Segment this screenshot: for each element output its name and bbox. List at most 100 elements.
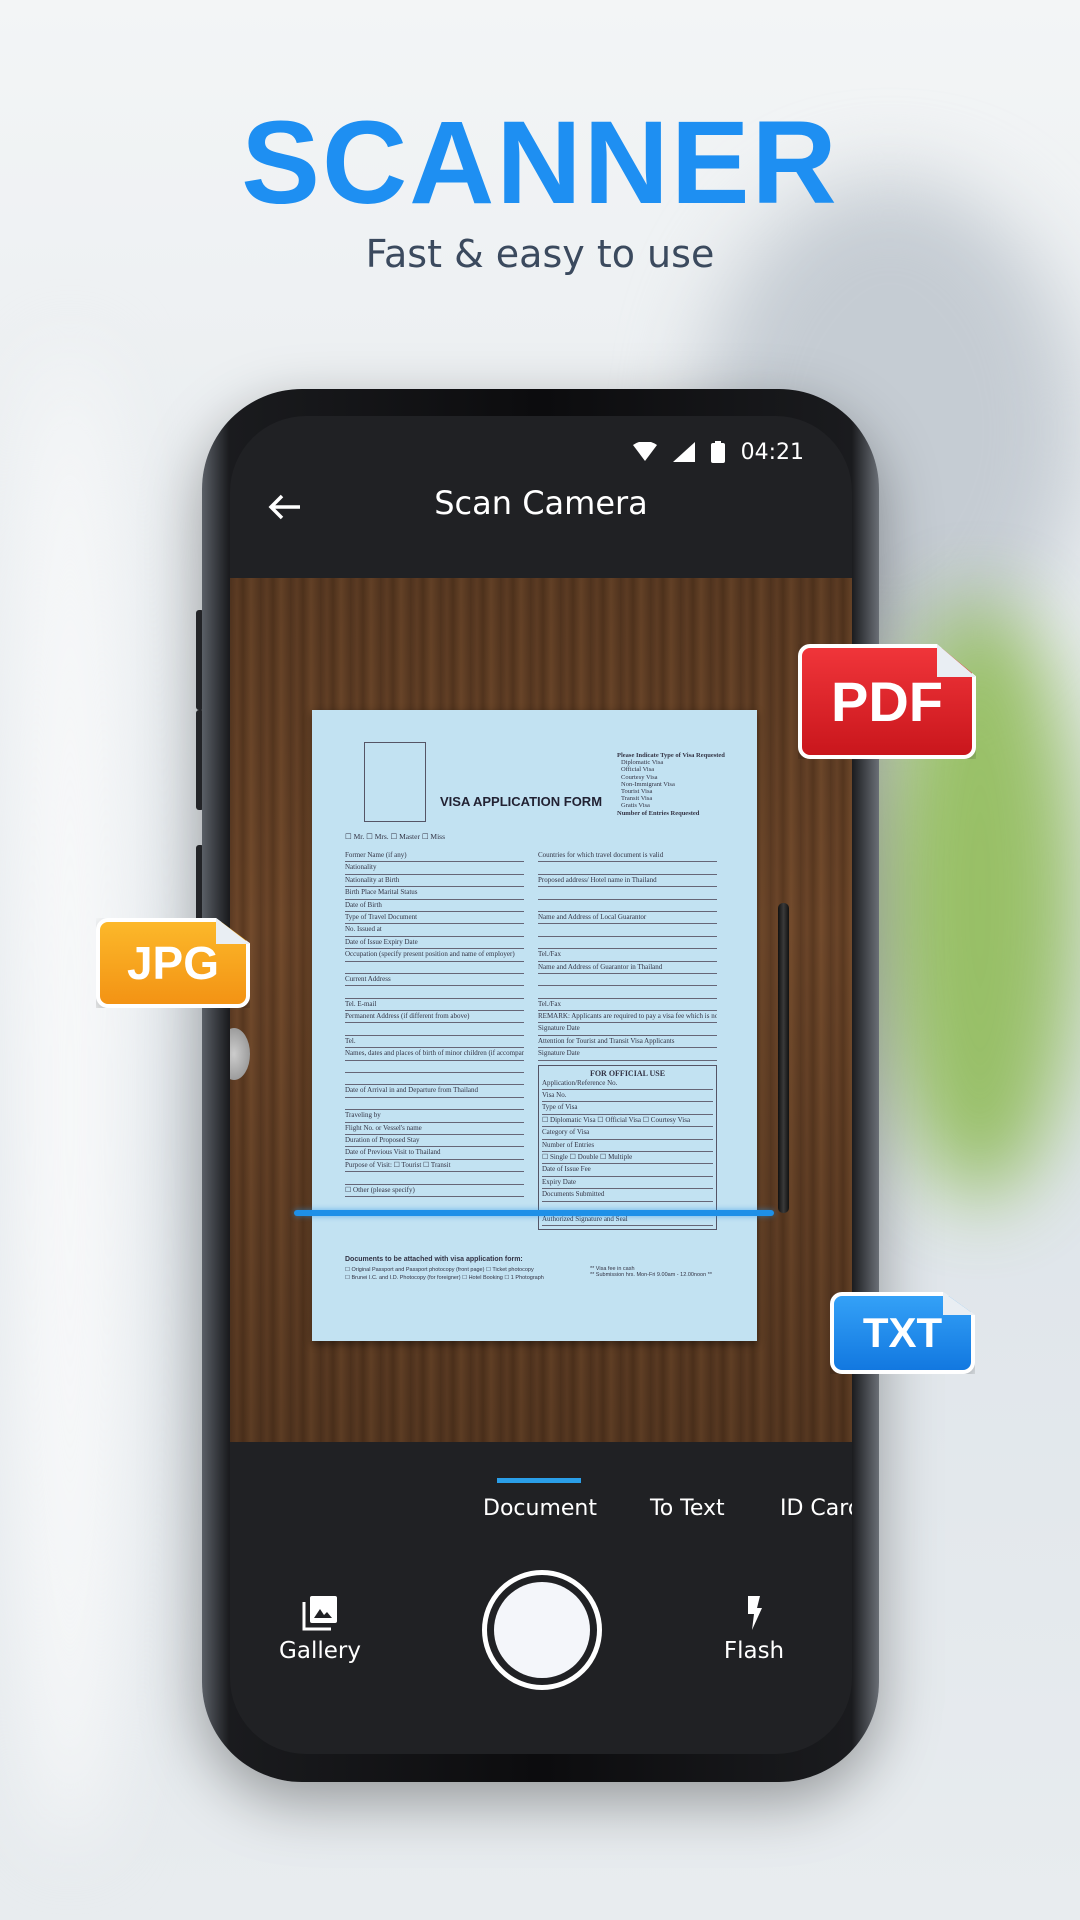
scanned-document: VISA APPLICATION FORM Please Indicate Ty… <box>312 710 757 1341</box>
form-field <box>538 974 717 987</box>
form-field: Occupation (specify present position and… <box>345 949 524 962</box>
scan-line <box>294 1210 774 1216</box>
promo-title: SCANNER <box>241 97 839 229</box>
form-field <box>345 1061 524 1074</box>
photo-box <box>364 742 426 822</box>
form-field: Non-Immigrant Visa <box>621 780 675 788</box>
status-time: 04:21 <box>740 439 804 465</box>
form-field: Flight No. or Vessel's name <box>345 1123 524 1135</box>
form-field: Permanent Address (if different from abo… <box>345 1011 524 1024</box>
attachments: Documents to be attached with visa appli… <box>345 1256 712 1281</box>
phone-screen: 04:21 Scan Camera VISA APPLICATION FORM … <box>230 416 852 1754</box>
salutation: ☐ Mr. ☐ Mrs. ☐ Master ☐ Miss <box>345 832 446 841</box>
tab-to-text[interactable]: To Text <box>650 1496 725 1521</box>
form-field: Tel. <box>345 1036 524 1049</box>
flash-label: Flash <box>723 1638 785 1664</box>
form-field: Tourist Visa <box>621 788 653 796</box>
form-field: Attention for Tourist and Transit Visa A… <box>538 1036 717 1049</box>
form-field <box>345 1073 524 1086</box>
form-field: Expiry Date <box>542 1177 713 1190</box>
form-field: Type of Visa <box>542 1102 713 1115</box>
form-field: Application/Reference No. <box>542 1078 713 1091</box>
form-field: Birth Place Marital Status <box>345 887 524 900</box>
battery-icon <box>710 441 725 463</box>
form-field: Tel./Fax <box>538 949 717 962</box>
form-field <box>538 986 717 999</box>
form-field: Current Address <box>345 974 524 987</box>
form-field: ☐ Diplomatic Visa ☐ Official Visa ☐ Cour… <box>542 1115 713 1128</box>
attach-heading: Documents to be attached with visa appli… <box>345 1256 523 1263</box>
form-field: REMARK: Applicants are required to pay a… <box>538 1011 717 1024</box>
form-field: Proposed address/ Hotel name in Thailand <box>538 875 717 888</box>
document-title: VISA APPLICATION FORM <box>440 794 603 809</box>
form-field: Date of Arrival in and Departure from Th… <box>345 1085 524 1098</box>
background-blur <box>0 350 140 1850</box>
tab-document[interactable]: Document <box>483 1496 597 1521</box>
form-field: Category of Visa <box>542 1127 713 1140</box>
form-field: Tel./Fax <box>538 999 717 1012</box>
official-use-box: FOR OFFICIAL USE Application/Reference N… <box>538 1064 717 1231</box>
form-field <box>345 962 524 974</box>
attach-items: ☐ Brunei I.C. and I.D. Photocopy (for fo… <box>345 1275 544 1281</box>
official-heading: FOR OFFICIAL USE <box>589 1068 666 1078</box>
form-field: Signature Date <box>538 1048 717 1061</box>
form-field: Date of Issue Fee <box>542 1164 713 1177</box>
visa-types-heading: Please Indicate Type of Visa Requested <box>617 752 725 759</box>
flash-button[interactable]: Flash <box>699 1594 809 1664</box>
gallery-icon <box>302 1596 337 1631</box>
form-field: Date of Previous Visit to Thailand <box>345 1147 524 1160</box>
visa-types: Please Indicate Type of Visa Requested D… <box>617 752 725 817</box>
form-field: ☐ Single ☐ Double ☐ Multiple <box>542 1152 713 1165</box>
form-field: Signature Date <box>538 1023 717 1036</box>
active-tab-indicator <box>497 1478 581 1483</box>
form-field <box>538 924 717 937</box>
flash-icon <box>748 1596 762 1630</box>
form-field: Transit Visa <box>621 795 653 803</box>
entries-label: Number of Entries Requested <box>617 809 700 817</box>
tab-id-card[interactable]: ID Card <box>780 1496 852 1521</box>
form-field: Number of Entries <box>542 1140 713 1152</box>
gallery-button[interactable]: Gallery <box>265 1594 375 1664</box>
attach-items: ☐ Original Passport and Passport photoco… <box>345 1267 534 1273</box>
form-field: Date of Issue Expiry Date <box>345 937 524 950</box>
camera-preview: VISA APPLICATION FORM Please Indicate Ty… <box>230 578 852 1442</box>
fee-note: ** Visa fee in cash ** Submission hrs. Mo… <box>590 1266 712 1278</box>
form-field: Type of Travel Document <box>345 912 524 925</box>
form-field <box>538 937 717 950</box>
form-field <box>345 1023 524 1036</box>
shutter-button[interactable] <box>482 1570 602 1690</box>
signal-icon <box>672 442 695 462</box>
form-field <box>345 986 524 999</box>
screen-title: Scan Camera <box>434 484 648 522</box>
form-field: Date of Birth <box>345 900 524 912</box>
mode-tabs: Document To Text ID Card <box>230 1478 852 1538</box>
form-field: Name and Address of Local Guarantor <box>538 912 717 925</box>
form-field: No. Issued at <box>345 924 524 937</box>
form-field: Gratis Visa <box>621 802 650 810</box>
form-field: Tel. E-mail <box>345 999 524 1012</box>
form-field: Official Visa <box>621 766 655 774</box>
form-field <box>345 1172 524 1185</box>
form-field <box>538 862 717 875</box>
form-field: Duration of Proposed Stay <box>345 1135 524 1148</box>
form-field: Former Name (if any) <box>345 850 524 863</box>
gallery-label: Gallery <box>279 1638 361 1664</box>
form-field: Nationality at Birth <box>345 875 524 888</box>
form-field: Countries for which travel document is v… <box>538 850 717 863</box>
form-field <box>538 887 717 900</box>
form-field: Visa No. <box>542 1090 713 1103</box>
promo-subtitle: Fast & easy to use <box>365 232 715 276</box>
form-field: Diplomatic Visa <box>621 759 664 767</box>
coin <box>230 1028 250 1080</box>
form-field: Purpose of Visit: ☐ Tourist ☐ Transit <box>345 1160 524 1173</box>
form-field: Names, dates and places of birth of mino… <box>345 1048 524 1061</box>
form-field <box>538 900 717 912</box>
form-field: Nationality <box>345 862 524 875</box>
wifi-icon <box>632 442 657 461</box>
form-field: Courtesy Visa <box>621 773 658 781</box>
form-field: Documents Submitted <box>542 1189 713 1202</box>
form-field: Name and Address of Guarantor in Thailan… <box>538 962 717 974</box>
form-field: ☐ Other (please specify) <box>345 1185 524 1197</box>
form-field <box>345 1098 524 1111</box>
form-field: Traveling by <box>345 1110 524 1123</box>
